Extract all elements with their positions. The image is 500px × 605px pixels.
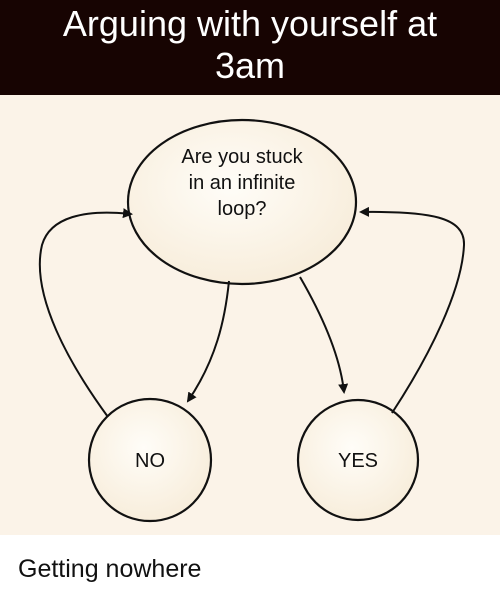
arrow-question-to-no	[186, 280, 230, 403]
top-caption-line-1: Arguing with yourself at	[62, 3, 438, 44]
flowchart-diagram: Are you stuck in an infinite loop? NO YE…	[38, 118, 466, 523]
top-caption: Arguing with yourself at 3am	[0, 0, 500, 95]
bottom-caption: Getting nowhere	[18, 555, 202, 583]
flowchart-panel: Are you stuck in an infinite loop? NO YE…	[0, 95, 500, 535]
top-caption-line-2: 3am	[214, 45, 286, 86]
meme-page: Arguing with yourself at 3am Are you stu…	[0, 0, 500, 605]
arrow-yes-to-question	[359, 206, 466, 414]
question-text-line-1: Are you stuck	[181, 146, 303, 168]
question-text-line-3: loop?	[218, 198, 267, 220]
no-node-label: NO	[135, 450, 165, 472]
question-text-line-2: in an infinite	[189, 172, 296, 194]
arrow-no-to-question	[38, 208, 133, 418]
arrow-question-to-yes	[299, 276, 349, 394]
yes-node-label: YES	[338, 450, 378, 472]
